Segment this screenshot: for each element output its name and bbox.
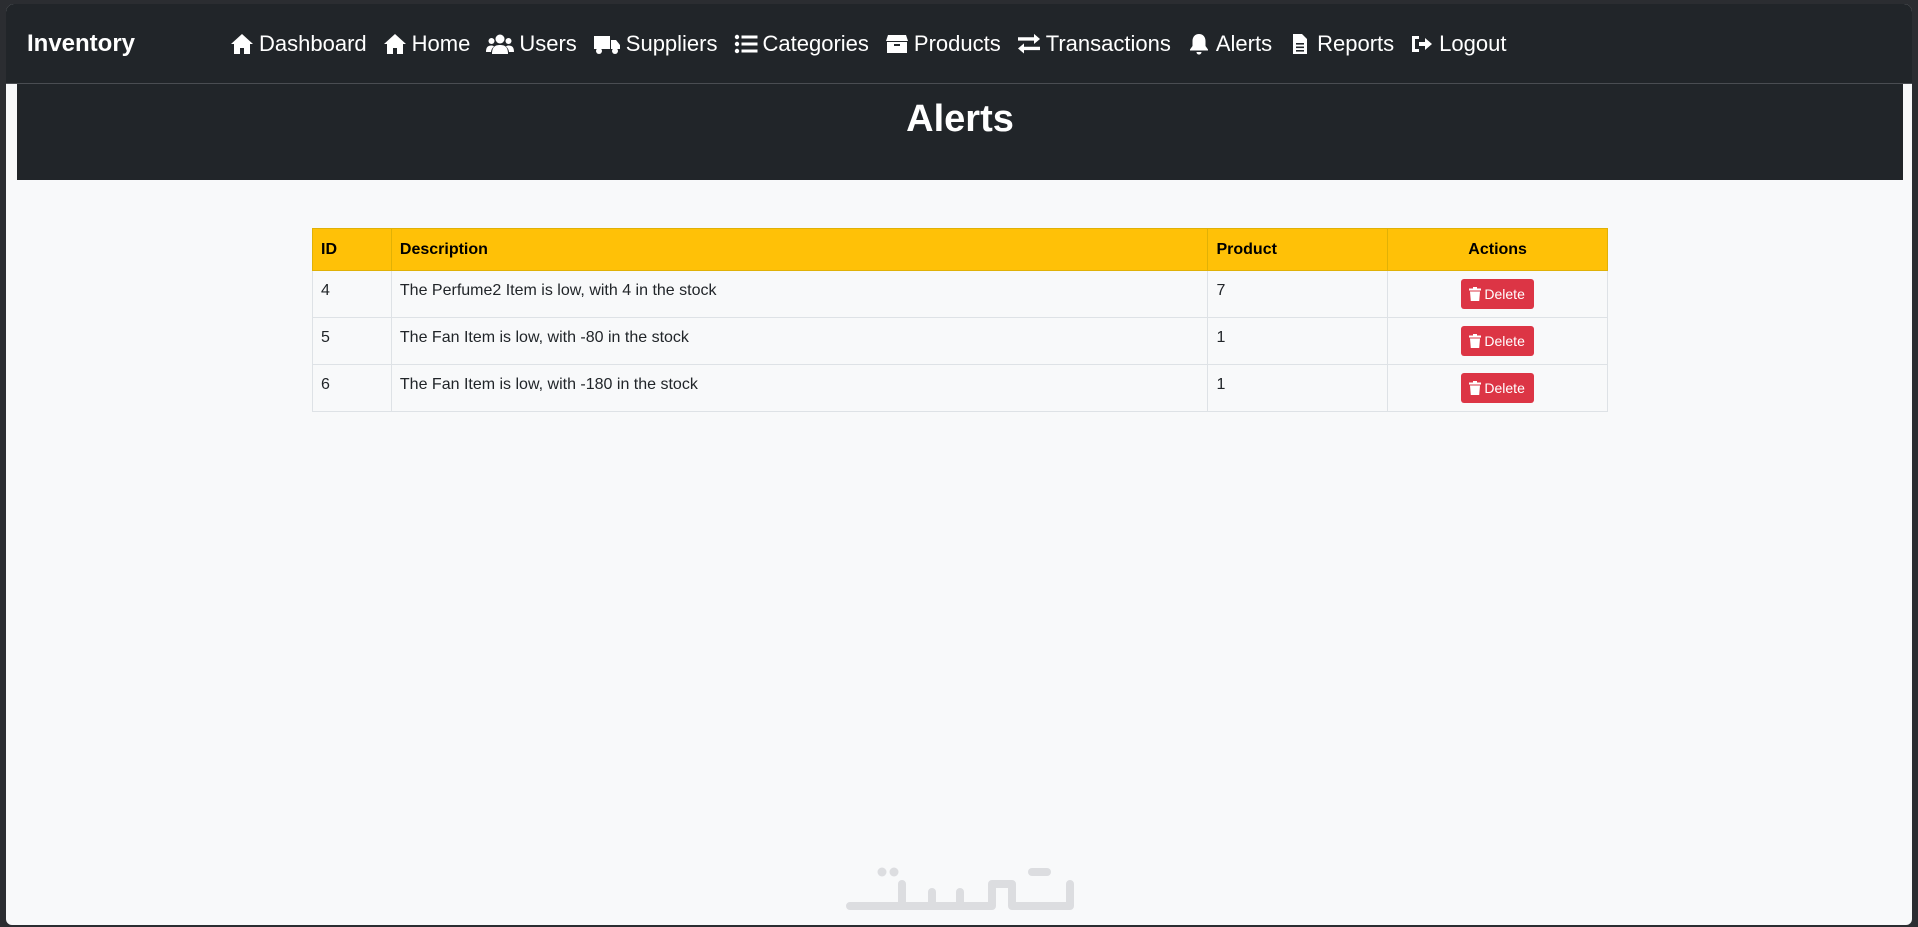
home-icon [231, 33, 253, 54]
users-icon [486, 34, 515, 54]
trash-icon [1469, 334, 1482, 348]
nav-link-label: Users [519, 30, 577, 56]
nav-link-label: Alerts [1215, 30, 1273, 56]
browser-window: Inventory Dashboard Home Users Suppliers [6, 4, 1912, 925]
column-header-actions: Actions [1387, 228, 1608, 271]
nav-link-label: Dashboard [259, 30, 367, 56]
trash-icon [1469, 381, 1482, 395]
delete-button-label: Delete [1484, 286, 1525, 302]
nav-link-label: Reports [1317, 30, 1395, 56]
nav-link-label: Transactions [1045, 30, 1171, 56]
cell-description: The Fan Item is low, with -80 in the sto… [390, 317, 1209, 365]
cell-id: 5 [312, 317, 392, 365]
nav-link-label: Categories [762, 30, 869, 56]
home-icon [383, 33, 406, 54]
alerts-table: ID Description Product Actions 4 The Per… [312, 228, 1608, 412]
nav-link-dashboard[interactable]: Dashboard [230, 31, 367, 57]
nav-link-alerts[interactable]: Alerts [1187, 31, 1272, 57]
table-header-row: ID Description Product Actions [312, 228, 1608, 271]
nav-link-label: Home [411, 30, 471, 56]
nav-link-label: Suppliers [625, 30, 718, 56]
top-navbar: Inventory Dashboard Home Users Suppliers [6, 4, 1912, 84]
nav-link-categories[interactable]: Categories [734, 31, 869, 57]
cell-product: 1 [1207, 364, 1389, 412]
nav-link-transactions[interactable]: Transactions [1017, 31, 1171, 57]
nav-link-home[interactable]: Home [383, 30, 471, 57]
sign-out-icon [1412, 35, 1433, 52]
nav-link-label: Logout [1439, 30, 1507, 56]
nav-link-suppliers[interactable]: Suppliers [593, 31, 718, 57]
nav-link-products[interactable]: Products [885, 31, 1001, 57]
file-icon [1293, 33, 1308, 54]
truck-icon [593, 35, 620, 54]
nav-links: Dashboard Home Users Suppliers Categorie… [230, 4, 1522, 83]
cell-actions: Delete [1387, 364, 1608, 412]
nav-link-logout[interactable]: Logout [1410, 31, 1506, 57]
delete-button[interactable]: Delete [1461, 373, 1534, 403]
trash-icon [1469, 287, 1482, 301]
cell-description: The Fan Item is low, with -180 in the st… [390, 364, 1209, 412]
delete-button-label: Delete [1484, 333, 1525, 349]
page-title: Alerts [906, 98, 1014, 140]
brand-logo[interactable]: Inventory [27, 30, 135, 58]
table-row: 4 The Perfume2 Item is low, with 4 in th… [312, 270, 1608, 318]
list-icon [734, 34, 757, 53]
delete-button[interactable]: Delete [1461, 279, 1534, 309]
cell-product: 1 [1207, 317, 1389, 365]
cell-actions: Delete [1387, 317, 1608, 365]
column-header-description: Description [390, 228, 1209, 271]
watermark-logo [846, 867, 1074, 910]
delete-button[interactable]: Delete [1461, 326, 1534, 356]
page-header: Alerts [17, 84, 1903, 180]
cell-actions: Delete [1387, 270, 1608, 318]
delete-button-label: Delete [1484, 380, 1525, 396]
column-header-product: Product [1207, 228, 1389, 271]
bell-icon [1189, 33, 1208, 54]
cell-description: The Perfume2 Item is low, with 4 in the … [390, 270, 1209, 318]
cell-id: 6 [312, 364, 392, 412]
table-row: 5 The Fan Item is low, with -80 in the s… [312, 317, 1608, 365]
nav-link-reports[interactable]: Reports [1288, 31, 1394, 57]
table-row: 6 The Fan Item is low, with -180 in the … [312, 364, 1608, 412]
box-icon [885, 34, 908, 53]
exchange-icon [1017, 33, 1040, 54]
cell-id: 4 [312, 270, 392, 318]
nav-link-users[interactable]: Users [486, 30, 577, 57]
cell-product: 7 [1207, 270, 1389, 318]
column-header-id: ID [312, 228, 392, 271]
nav-link-label: Products [913, 30, 1001, 56]
alerts-table-container: ID Description Product Actions 4 The Per… [312, 228, 1608, 412]
